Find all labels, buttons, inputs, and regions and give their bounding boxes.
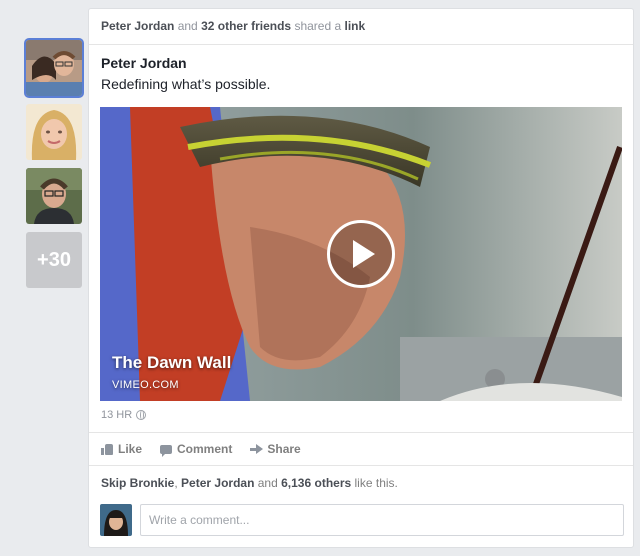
other-friends-link[interactable]: 32 other friends [201, 19, 291, 33]
play-icon [353, 240, 375, 268]
comment-button[interactable]: Comment [160, 442, 233, 457]
likes-separator: , [174, 476, 178, 490]
video-preview[interactable]: The Dawn Wall VIMEO.COM [100, 107, 622, 401]
share-label: Share [267, 442, 301, 456]
timestamp-text[interactable]: 13 HR [101, 409, 132, 421]
video-title[interactable]: The Dawn Wall [112, 353, 231, 373]
video-source: VIMEO.COM [112, 379, 179, 391]
globe-icon [136, 410, 147, 420]
story-object-link[interactable]: link [345, 19, 366, 33]
action-bar: Like Comment Share [89, 432, 633, 466]
comment-input[interactable] [140, 504, 624, 536]
more-friends-badge[interactable]: +30 [26, 232, 82, 288]
story-card: Peter Jordan and 32 other friends shared… [88, 8, 634, 548]
comment-icon [160, 445, 173, 457]
like-label: Like [118, 442, 143, 456]
thumbs-up-icon [101, 443, 113, 455]
liker-link-1[interactable]: Skip Bronkie [101, 476, 174, 490]
likes-and: and [257, 476, 278, 490]
friends-rail: +30 [24, 40, 84, 288]
current-user-avatar [100, 504, 132, 536]
comment-label: Comment [177, 442, 233, 456]
story-connector: and [177, 19, 198, 33]
friend-thumbnail-glasses[interactable] [26, 168, 82, 224]
friend-thumbnail-blonde[interactable] [26, 104, 82, 160]
friend-photo [26, 168, 82, 224]
post-timestamp[interactable]: 13 HR [101, 409, 147, 421]
like-button[interactable]: Like [101, 442, 142, 456]
post-status: Redefining what’s possible. [101, 76, 271, 92]
story-verb: shared a [294, 19, 342, 33]
post-author[interactable]: Peter Jordan [89, 45, 633, 71]
likes-suffix: like this. [354, 476, 398, 490]
play-button[interactable] [327, 220, 395, 288]
share-button[interactable]: Share [250, 442, 301, 456]
story-header: Peter Jordan and 32 other friends shared… [89, 9, 633, 45]
friend-thumbnail-couple[interactable] [26, 40, 82, 96]
couple-photo [26, 40, 82, 96]
likes-summary: Skip Bronkie, Peter Jordan and 6,136 oth… [89, 476, 633, 490]
share-arrow-icon [250, 443, 264, 455]
liker-link-2[interactable]: Peter Jordan [181, 476, 254, 490]
avatar-photo [100, 504, 132, 536]
other-likers-link[interactable]: 6,136 others [281, 476, 351, 490]
actor-link[interactable]: Peter Jordan [101, 19, 174, 33]
friend-photo [26, 104, 82, 160]
comment-composer [100, 504, 624, 536]
